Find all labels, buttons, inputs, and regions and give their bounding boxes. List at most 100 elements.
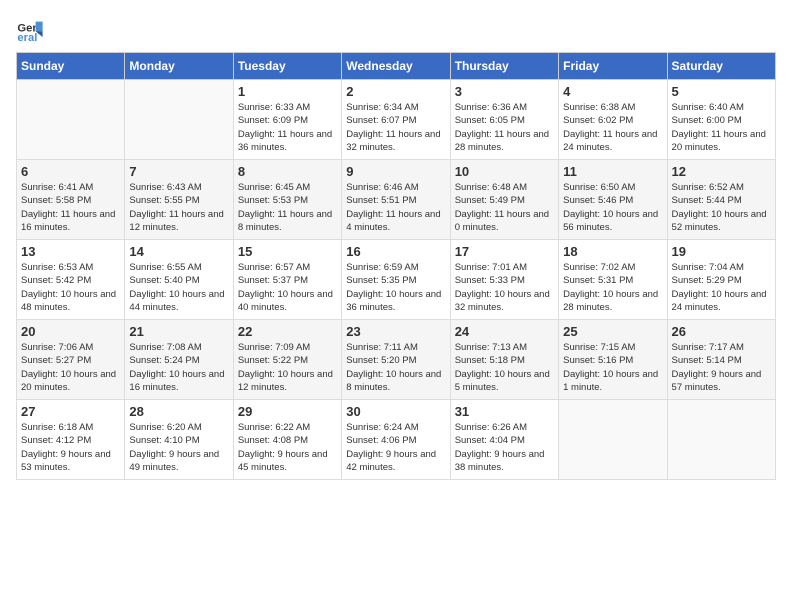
weekday-header-tuesday: Tuesday bbox=[233, 53, 341, 80]
day-info: Sunrise: 6:33 AMSunset: 6:09 PMDaylight:… bbox=[238, 101, 337, 154]
calendar-cell: 10 Sunrise: 6:48 AMSunset: 5:49 PMDayligh… bbox=[450, 160, 558, 240]
weekday-header-monday: Monday bbox=[125, 53, 233, 80]
day-number: 10 bbox=[455, 164, 554, 179]
day-info: Sunrise: 6:34 AMSunset: 6:07 PMDaylight:… bbox=[346, 101, 445, 154]
day-info: Sunrise: 6:24 AMSunset: 4:06 PMDaylight:… bbox=[346, 421, 445, 474]
calendar-cell bbox=[125, 80, 233, 160]
calendar-cell: 1 Sunrise: 6:33 AMSunset: 6:09 PMDaylight… bbox=[233, 80, 341, 160]
calendar-cell: 14Sunrise: 6:55 AMSunset: 5:40 PMDayligh… bbox=[125, 240, 233, 320]
calendar-cell: 27 Sunrise: 6:18 AMSunset: 4:12 PMDayligh… bbox=[17, 400, 125, 480]
day-number: 6 bbox=[21, 164, 120, 179]
day-number: 22 bbox=[238, 324, 337, 339]
day-info: Sunrise: 7:04 AMSunset: 5:29 PMDaylight:… bbox=[672, 261, 771, 314]
day-info: Sunrise: 6:45 AMSunset: 5:53 PMDaylight:… bbox=[238, 181, 337, 234]
calendar-cell: 21Sunrise: 7:08 AMSunset: 5:24 PMDayligh… bbox=[125, 320, 233, 400]
calendar-cell: 19 Sunrise: 7:04 AMSunset: 5:29 PMDayligh… bbox=[667, 240, 775, 320]
day-info: Sunrise: 6:57 AMSunset: 5:37 PMDaylight:… bbox=[238, 261, 337, 314]
day-info: Sunrise: 6:20 AMSunset: 4:10 PMDaylight:… bbox=[129, 421, 228, 474]
day-number: 26 bbox=[672, 324, 771, 339]
day-number: 4 bbox=[563, 84, 662, 99]
weekday-header-saturday: Saturday bbox=[667, 53, 775, 80]
day-number: 7 bbox=[129, 164, 228, 179]
day-info: Sunrise: 7:01 AMSunset: 5:33 PMDaylight:… bbox=[455, 261, 554, 314]
weekday-header-thursday: Thursday bbox=[450, 53, 558, 80]
day-info: Sunrise: 6:41 AMSunset: 5:58 PMDaylight:… bbox=[21, 181, 120, 234]
calendar-cell bbox=[667, 400, 775, 480]
day-info: Sunrise: 6:36 AMSunset: 6:05 PMDaylight:… bbox=[455, 101, 554, 154]
calendar-cell: 13 Sunrise: 6:53 AMSunset: 5:42 PMDayligh… bbox=[17, 240, 125, 320]
day-number: 21 bbox=[129, 324, 228, 339]
calendar-cell: 26 Sunrise: 7:17 AMSunset: 5:14 PMDayligh… bbox=[667, 320, 775, 400]
day-info: Sunrise: 7:15 AMSunset: 5:16 PMDaylight:… bbox=[563, 341, 662, 394]
day-number: 11 bbox=[563, 164, 662, 179]
logo-icon: Gen eral bbox=[16, 16, 44, 44]
day-number: 14 bbox=[129, 244, 228, 259]
header: Gen eral bbox=[16, 16, 776, 44]
day-number: 31 bbox=[455, 404, 554, 419]
day-info: Sunrise: 6:59 AMSunset: 5:35 PMDaylight:… bbox=[346, 261, 445, 314]
calendar-table: SundayMondayTuesdayWednesdayThursdayFrid… bbox=[16, 52, 776, 480]
day-number: 25 bbox=[563, 324, 662, 339]
svg-text:eral: eral bbox=[17, 32, 37, 44]
calendar-cell: 6 Sunrise: 6:41 AMSunset: 5:58 PMDaylight… bbox=[17, 160, 125, 240]
calendar-cell: 2 Sunrise: 6:34 AMSunset: 6:07 PMDaylight… bbox=[342, 80, 450, 160]
weekday-header-row: SundayMondayTuesdayWednesdayThursdayFrid… bbox=[17, 53, 776, 80]
day-info: Sunrise: 6:50 AMSunset: 5:46 PMDaylight:… bbox=[563, 181, 662, 234]
calendar-cell: 9 Sunrise: 6:46 AMSunset: 5:51 PMDaylight… bbox=[342, 160, 450, 240]
calendar-cell: 24Sunrise: 7:13 AMSunset: 5:18 PMDayligh… bbox=[450, 320, 558, 400]
day-number: 20 bbox=[21, 324, 120, 339]
calendar-cell: 20 Sunrise: 7:06 AMSunset: 5:27 PMDayligh… bbox=[17, 320, 125, 400]
day-info: Sunrise: 7:17 AMSunset: 5:14 PMDaylight:… bbox=[672, 341, 771, 394]
day-number: 16 bbox=[346, 244, 445, 259]
day-info: Sunrise: 6:48 AMSunset: 5:49 PMDaylight:… bbox=[455, 181, 554, 234]
weekday-header-friday: Friday bbox=[559, 53, 667, 80]
day-info: Sunrise: 6:40 AMSunset: 6:00 PMDaylight:… bbox=[672, 101, 771, 154]
calendar-cell bbox=[17, 80, 125, 160]
day-number: 27 bbox=[21, 404, 120, 419]
day-number: 30 bbox=[346, 404, 445, 419]
day-number: 19 bbox=[672, 244, 771, 259]
day-number: 3 bbox=[455, 84, 554, 99]
day-number: 15 bbox=[238, 244, 337, 259]
calendar-cell: 12 Sunrise: 6:52 AMSunset: 5:44 PMDayligh… bbox=[667, 160, 775, 240]
day-number: 13 bbox=[21, 244, 120, 259]
week-row-3: 13 Sunrise: 6:53 AMSunset: 5:42 PMDayligh… bbox=[17, 240, 776, 320]
calendar-cell: 11 Sunrise: 6:50 AMSunset: 5:46 PMDayligh… bbox=[559, 160, 667, 240]
day-info: Sunrise: 7:06 AMSunset: 5:27 PMDaylight:… bbox=[21, 341, 120, 394]
day-number: 12 bbox=[672, 164, 771, 179]
day-number: 2 bbox=[346, 84, 445, 99]
day-number: 8 bbox=[238, 164, 337, 179]
day-number: 5 bbox=[672, 84, 771, 99]
day-number: 24 bbox=[455, 324, 554, 339]
day-info: Sunrise: 7:11 AMSunset: 5:20 PMDaylight:… bbox=[346, 341, 445, 394]
calendar-cell: 16 Sunrise: 6:59 AMSunset: 5:35 PMDayligh… bbox=[342, 240, 450, 320]
day-number: 9 bbox=[346, 164, 445, 179]
calendar-cell: 15 Sunrise: 6:57 AMSunset: 5:37 PMDayligh… bbox=[233, 240, 341, 320]
day-info: Sunrise: 6:53 AMSunset: 5:42 PMDaylight:… bbox=[21, 261, 120, 314]
day-info: Sunrise: 6:38 AMSunset: 6:02 PMDaylight:… bbox=[563, 101, 662, 154]
day-number: 29 bbox=[238, 404, 337, 419]
week-row-2: 6 Sunrise: 6:41 AMSunset: 5:58 PMDaylight… bbox=[17, 160, 776, 240]
calendar-cell: 22 Sunrise: 7:09 AMSunset: 5:22 PMDayligh… bbox=[233, 320, 341, 400]
day-number: 1 bbox=[238, 84, 337, 99]
calendar-cell: 3 Sunrise: 6:36 AMSunset: 6:05 PMDaylight… bbox=[450, 80, 558, 160]
weekday-header-wednesday: Wednesday bbox=[342, 53, 450, 80]
calendar-cell: 30 Sunrise: 6:24 AMSunset: 4:06 PMDayligh… bbox=[342, 400, 450, 480]
calendar-cell: 18Sunrise: 7:02 AMSunset: 5:31 PMDayligh… bbox=[559, 240, 667, 320]
day-info: Sunrise: 7:02 AMSunset: 5:31 PMDaylight:… bbox=[563, 261, 662, 314]
logo: Gen eral bbox=[16, 16, 48, 44]
day-info: Sunrise: 7:09 AMSunset: 5:22 PMDaylight:… bbox=[238, 341, 337, 394]
day-info: Sunrise: 6:26 AMSunset: 4:04 PMDaylight:… bbox=[455, 421, 554, 474]
calendar-cell: 7Sunrise: 6:43 AMSunset: 5:55 PMDaylight… bbox=[125, 160, 233, 240]
day-info: Sunrise: 6:52 AMSunset: 5:44 PMDaylight:… bbox=[672, 181, 771, 234]
day-info: Sunrise: 6:18 AMSunset: 4:12 PMDaylight:… bbox=[21, 421, 120, 474]
week-row-1: 1 Sunrise: 6:33 AMSunset: 6:09 PMDaylight… bbox=[17, 80, 776, 160]
week-row-5: 27 Sunrise: 6:18 AMSunset: 4:12 PMDayligh… bbox=[17, 400, 776, 480]
weekday-header-sunday: Sunday bbox=[17, 53, 125, 80]
week-row-4: 20 Sunrise: 7:06 AMSunset: 5:27 PMDayligh… bbox=[17, 320, 776, 400]
day-info: Sunrise: 6:46 AMSunset: 5:51 PMDaylight:… bbox=[346, 181, 445, 234]
day-number: 28 bbox=[129, 404, 228, 419]
day-number: 23 bbox=[346, 324, 445, 339]
calendar-cell: 25 Sunrise: 7:15 AMSunset: 5:16 PMDayligh… bbox=[559, 320, 667, 400]
calendar-cell: 5 Sunrise: 6:40 AMSunset: 6:00 PMDaylight… bbox=[667, 80, 775, 160]
